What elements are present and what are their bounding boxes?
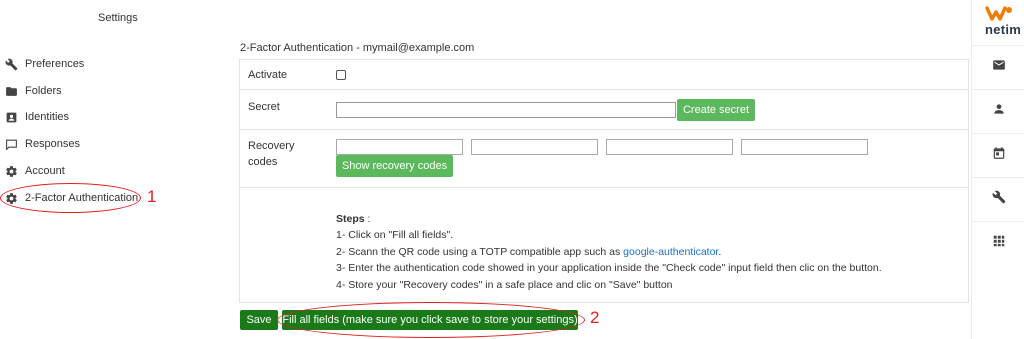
recovery-code-field[interactable] [336,139,463,155]
google-authenticator-link[interactable]: google-authenticator [623,246,718,258]
step-4: 4- Store your "Recovery codes" in a safe… [336,278,673,291]
save-button[interactable]: Save [240,310,278,330]
sidebar-item-folders[interactable]: Folders [5,81,62,101]
show-recovery-codes-button[interactable]: Show recovery codes [336,155,453,177]
wrench-icon [5,58,18,71]
divider [972,89,1024,90]
annotation-marker: 2 [590,308,600,327]
netim-logo-icon [985,6,1012,21]
activate-checkbox[interactable] [336,70,346,80]
mail-icon[interactable] [992,58,1006,72]
page-title: Settings [98,12,138,24]
annotation-marker: 1 [147,187,157,206]
divider [240,187,968,188]
steps-instructions: Steps : 1- Click on "Fill all fields". 2… [336,211,882,293]
step-2-text: 2- Scann the QR code using a TOTP compat… [336,245,624,258]
sidebar-item-label: Identities [25,111,70,123]
divider [972,221,1024,222]
recovery-codes-label-2: codes [248,156,278,168]
divider [972,133,1024,134]
contacts-icon[interactable] [992,102,1006,116]
app-switcher-bar: netim [971,0,1024,339]
recovery-code-field[interactable] [741,139,868,155]
folder-icon [5,85,18,98]
wrench-icon[interactable] [992,190,1006,204]
secret-label: Secret [248,101,280,113]
sidebar-item-identities[interactable]: Identities [5,107,69,127]
highlight-ellipse [0,183,141,213]
calendar-icon[interactable] [992,146,1006,160]
highlight-ellipse [277,302,585,338]
sidebar-item-preferences[interactable]: Preferences [5,54,84,74]
steps-heading-suffix: : [364,213,371,225]
divider [972,177,1024,178]
chat-bubble-icon [5,138,18,151]
activate-label: Activate [248,69,288,81]
sidebar-item-label: Responses [25,138,81,150]
create-secret-button[interactable]: Create secret [677,99,755,121]
secret-input[interactable] [336,102,676,118]
step-1: 1- Click on "Fill all fields". [336,229,454,242]
sidebar-item-label: Folders [25,85,62,97]
sidebar-item-account[interactable]: Account [5,161,65,181]
sidebar-item-label: Account [25,165,65,177]
divider [240,129,968,130]
divider [972,45,1024,46]
step-3: 3- Enter the authentication code showed … [336,262,882,275]
sidebar-item-label: Preferences [25,58,85,70]
two-factor-form: Activate Secret Create secret Recovery c… [239,59,969,303]
step-2-suffix: . [718,245,722,258]
apps-grid-icon[interactable] [992,234,1006,248]
recovery-code-field[interactable] [606,139,733,155]
section-title: 2-Factor Authentication - mymail@example… [240,42,475,54]
identity-card-icon [5,111,18,124]
gear-icon [5,165,18,178]
steps-heading: Steps [336,213,365,225]
recovery-code-field[interactable] [471,139,598,155]
brand-name: netim [985,22,1022,37]
divider [240,89,968,90]
recovery-codes-label: Recovery [248,140,295,152]
sidebar-item-responses[interactable]: Responses [5,134,80,154]
